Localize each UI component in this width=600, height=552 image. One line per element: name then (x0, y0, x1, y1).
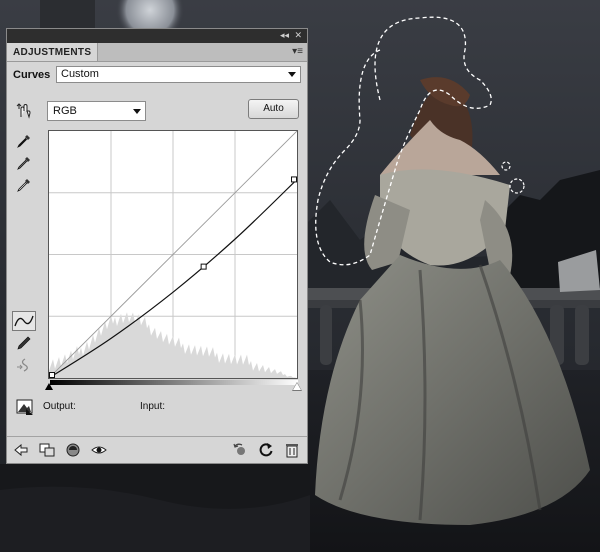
tab-adjustments[interactable]: ADJUSTMENTS (7, 43, 99, 61)
return-to-list-icon[interactable] (13, 442, 29, 458)
smooth-icon[interactable] (16, 357, 32, 373)
curve-control-point[interactable] (49, 372, 55, 378)
white-point-eyedropper-icon[interactable] (16, 177, 32, 193)
previous-state-icon[interactable] (232, 442, 248, 458)
curve-points-button[interactable] (12, 311, 36, 331)
collapse-arrows-icon[interactable]: ◂◂ (280, 30, 289, 41)
curve-control-point[interactable] (291, 176, 297, 183)
curves-graph[interactable] (48, 130, 298, 379)
panel-tab-strip: ADJUSTMENTS ▾≡ (7, 43, 307, 62)
output-label: Output: (43, 401, 76, 412)
panel-menu-icon[interactable]: ▾≡ (292, 46, 303, 58)
auto-button[interactable]: Auto (248, 99, 299, 119)
chevron-down-icon (288, 72, 296, 77)
panel-bottom-bar (7, 436, 307, 464)
panel-close-icon[interactable]: ✕ (294, 30, 302, 41)
pencil-icon[interactable] (16, 335, 32, 351)
delete-icon[interactable] (284, 442, 300, 458)
gray-point-eyedropper-icon[interactable] (16, 155, 32, 171)
curve-control-point[interactable] (200, 263, 207, 270)
input-gradient-bar (50, 380, 298, 385)
show-clipping-icon[interactable] (16, 399, 34, 415)
adjustments-panel: ◂◂ ✕ ADJUSTMENTS ▾≡ Curves Custom RGB Au… (6, 28, 308, 464)
channel-value: RGB (53, 105, 77, 117)
black-point-eyedropper-icon[interactable] (16, 133, 32, 149)
eye-icon[interactable] (91, 442, 107, 458)
adjustment-title: Curves (13, 69, 51, 81)
white-point-slider[interactable] (293, 383, 301, 390)
on-image-adjust-hand-icon[interactable] (16, 103, 32, 119)
input-label: Input: (140, 401, 166, 412)
clip-to-layer-icon[interactable] (65, 442, 81, 458)
reset-icon[interactable] (258, 442, 274, 458)
preset-dropdown[interactable]: Custom (56, 66, 301, 83)
black-point-slider[interactable] (45, 383, 53, 390)
chevron-down-icon (133, 109, 141, 114)
expanded-view-icon[interactable] (39, 442, 55, 458)
curve-points-icon (14, 315, 34, 327)
channel-dropdown[interactable]: RGB (47, 101, 146, 121)
preset-value: Custom (61, 68, 99, 80)
panel-title-bar[interactable]: ◂◂ ✕ (7, 29, 307, 43)
